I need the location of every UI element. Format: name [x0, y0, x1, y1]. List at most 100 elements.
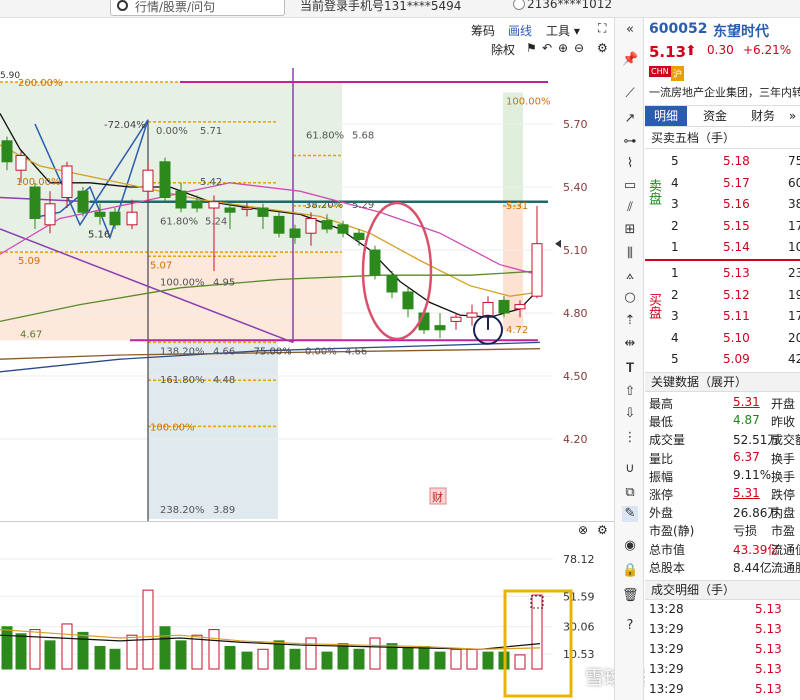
gear-icon[interactable]: ⚙	[597, 41, 608, 55]
volume-bar	[369, 637, 381, 670]
parallel-tool-icon[interactable]: ⊞	[622, 222, 638, 238]
candle-body	[450, 316, 462, 322]
fuquan-button[interactable]: 除权	[491, 41, 515, 58]
arrow-tool-icon[interactable]: ⟑	[622, 268, 638, 284]
price-axis-label: 4.20	[563, 433, 588, 446]
text-tool-icon[interactable]: 𝐓	[622, 361, 638, 377]
key-label: 外盘	[649, 506, 674, 521]
fib-label: 5.71	[200, 126, 222, 137]
key-label2: 市盈	[771, 524, 796, 539]
volume-bar	[337, 643, 349, 670]
tab-more[interactable]: »	[785, 106, 800, 126]
trade-time: 13:29	[649, 682, 684, 696]
price-chart[interactable]: 5.70 5.40 5.10 4.80 4.50 4.20 200.00%5.90 100.0…	[0, 58, 614, 521]
fib-label: 5.68	[352, 131, 374, 142]
volume-bar	[514, 654, 526, 670]
chips-button[interactable]: 筹码	[471, 22, 495, 39]
fib-label: 4.67	[20, 329, 42, 340]
quote-panel: 600052 东望时代 5.13 ⬆ 0.30 +6.21% CHN 沪 一流房…	[645, 18, 800, 700]
candle-body	[289, 228, 301, 238]
buy-price: 5.09	[723, 352, 750, 366]
stock-name[interactable]: 东望时代	[713, 21, 769, 41]
volume-chart[interactable]: 78.1251.5930.0610.53	[0, 539, 614, 700]
tab-fund[interactable]: 资金	[695, 106, 735, 126]
arrow-up-icon[interactable]: ⇧	[622, 384, 638, 400]
search-input[interactable]: 行情/股票/问句	[110, 0, 285, 16]
buy-row: 1 5.13 23	[645, 266, 800, 284]
expand-icon[interactable]: ⛶	[598, 21, 606, 36]
volume-bar	[482, 651, 494, 670]
add-icon[interactable]: ⊕	[558, 41, 568, 55]
line-tool-icon[interactable]: ⟋	[622, 86, 638, 102]
arrow-up-tool-icon[interactable]: ⇡	[622, 313, 638, 329]
close-volume-icon[interactable]: ⊗	[578, 523, 588, 537]
lock-icon[interactable]: 🔒	[622, 563, 638, 579]
key-data-row: 涨停 5.31 跌停	[645, 486, 800, 504]
arrow-down-icon[interactable]: ⇩	[622, 406, 638, 422]
fib-label: 38.20%	[305, 200, 343, 211]
volume-gear-icon[interactable]: ⚙	[597, 523, 608, 537]
rect-tool-icon[interactable]: ▭	[622, 178, 638, 194]
stock-price: 5.13	[649, 43, 687, 61]
collapse-icon[interactable]: «	[622, 22, 638, 38]
range-tool-icon[interactable]: ⇹	[622, 336, 638, 352]
buy-volume: 23	[788, 266, 800, 280]
tools-menu[interactable]: 工具 ▾	[546, 22, 580, 39]
candle-body	[498, 299, 510, 314]
ray-tool-icon[interactable]: ↗	[622, 111, 638, 127]
fib-zone-right	[503, 92, 523, 206]
phone-number[interactable]: 2136****1012	[527, 0, 612, 11]
candle-body	[159, 161, 171, 199]
more-icon[interactable]: ⋮	[622, 430, 638, 446]
fib-label: 100.00%	[506, 97, 551, 108]
key-label2: 开盘	[771, 397, 796, 411]
minus-icon[interactable]: ⊖	[574, 41, 584, 55]
pencil-icon[interactable]: ✎	[622, 506, 638, 522]
candle-body	[15, 155, 27, 171]
candle-body	[1, 140, 13, 163]
candle-body	[369, 249, 381, 276]
magnet-icon[interactable]: ∪	[622, 461, 638, 477]
stock-code: 600052	[649, 21, 708, 37]
candle-body	[257, 207, 269, 217]
price-axis-label: 5.70	[563, 118, 588, 131]
key-data-title[interactable]: 关键数据（展开）	[645, 372, 800, 392]
stock-change: 0.30	[707, 43, 734, 57]
price-axis-label: 5.40	[563, 181, 588, 194]
avatar-icon[interactable]	[513, 0, 525, 10]
channel-tool-icon[interactable]: ⫽	[622, 200, 638, 216]
flag-icon[interactable]: ⚑	[526, 41, 537, 55]
key-data-row: 市盈(静) 亏损 市盈	[645, 522, 800, 540]
volume-bar	[94, 645, 106, 670]
tab-finance[interactable]: 财务	[743, 106, 783, 126]
volume-axis-label: 30.06	[563, 621, 595, 634]
chart-toolbar: 筹码 画线 工具 ▾ ⛶ 除权 ⚑ ↶ ⊕ ⊖ ⚙	[0, 18, 614, 58]
last-price-marker	[555, 239, 561, 248]
segment-tool-icon[interactable]: ⊶	[622, 134, 638, 150]
sell-volume: 75	[788, 154, 800, 168]
volume-bar	[418, 645, 430, 670]
copy-icon[interactable]: ⧉	[622, 485, 638, 501]
polyline-tool-icon[interactable]: ⌇	[622, 156, 638, 172]
fib-tool-icon[interactable]: ⫼	[622, 246, 638, 262]
key-value: 9.11%	[733, 467, 772, 482]
buy-level: 1	[671, 266, 679, 280]
buy-price: 5.10	[723, 330, 750, 345]
tab-detail[interactable]: 明细	[645, 106, 687, 126]
key-data-row: 总股本 8.44亿流通股	[645, 559, 800, 577]
pin-icon[interactable]: 📌	[622, 52, 638, 68]
price-axis-label: 4.50	[563, 370, 588, 383]
draw-line-button[interactable]: 画线	[508, 22, 532, 39]
volume-bar	[224, 645, 236, 670]
volume-bar	[289, 648, 301, 670]
key-label2: 流通值	[771, 542, 800, 557]
help-icon[interactable]: ?	[622, 618, 638, 634]
circle-tool-icon[interactable]: ○	[622, 290, 638, 306]
login-status[interactable]: 当前登录手机号131****5494	[300, 0, 461, 14]
key-data-row: 最高 5.31 开盘	[645, 395, 800, 413]
undo-icon[interactable]: ↶	[542, 41, 552, 55]
eye-icon[interactable]: ◉	[622, 538, 638, 554]
volume-bar	[15, 633, 27, 670]
volume-bar	[159, 626, 171, 670]
trash-icon[interactable]: 🗑	[622, 588, 639, 604]
